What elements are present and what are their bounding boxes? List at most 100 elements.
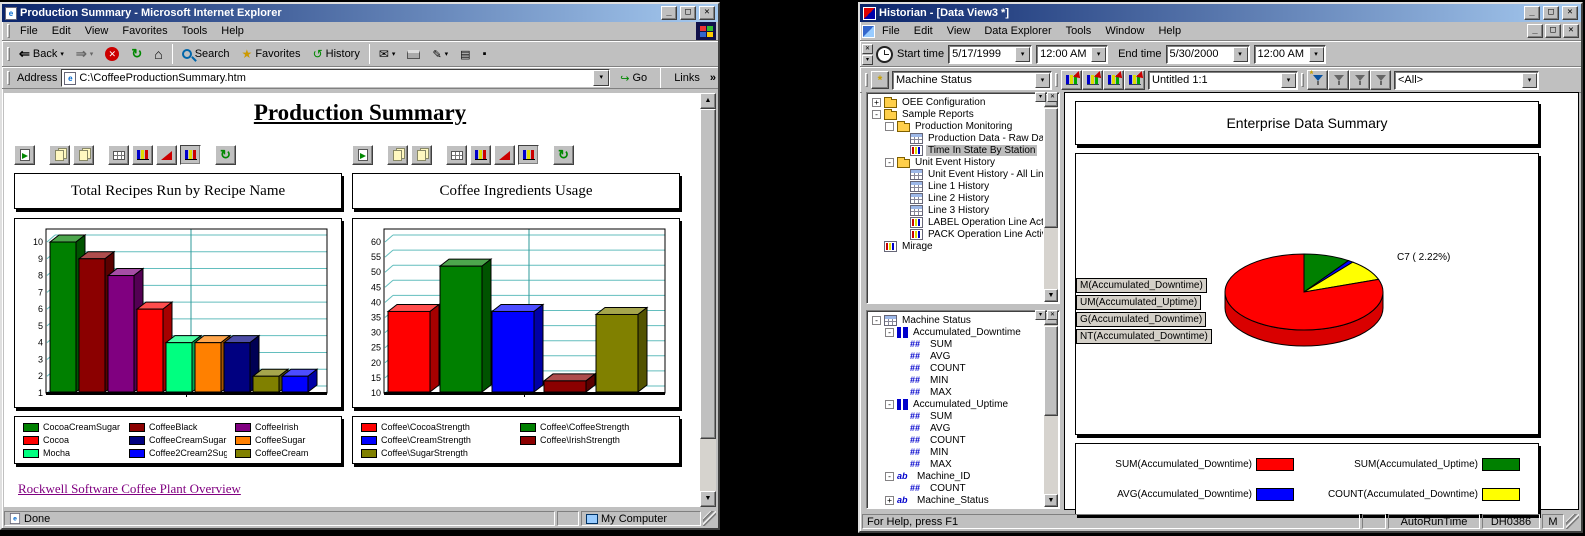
- area-chart-button[interactable]: [156, 145, 177, 165]
- menu-item[interactable]: Data Explorer: [977, 23, 1058, 39]
- tree-expand-toggle[interactable]: -: [872, 316, 881, 325]
- chevron-down-icon[interactable]: ▾: [1035, 73, 1050, 88]
- toolbar-close-button[interactable]: ✕: [862, 44, 873, 54]
- bar-chart-button[interactable]: [132, 145, 153, 165]
- pane-close-button[interactable]: ✕: [1047, 92, 1058, 102]
- tree-item[interactable]: SUM: [870, 338, 1043, 350]
- menu-item[interactable]: Window: [1098, 23, 1151, 39]
- toolbar-grip[interactable]: [865, 73, 868, 87]
- clear-filter-button[interactable]: [1370, 70, 1391, 90]
- address-dropdown-button[interactable]: ▾: [593, 70, 609, 86]
- tree-expand-toggle[interactable]: [885, 122, 894, 131]
- scroll-down-button[interactable]: ▼: [1044, 494, 1058, 507]
- mail-button[interactable]: ✉▾: [373, 43, 402, 65]
- resize-grip[interactable]: [1566, 514, 1579, 529]
- start-clock-combo[interactable]: 12:00 AM▾: [1036, 45, 1108, 64]
- table-view-button[interactable]: [446, 145, 467, 165]
- tree-item[interactable]: AVG: [870, 350, 1043, 362]
- chevron-down-icon[interactable]: ▾: [1233, 47, 1248, 62]
- column-chart-button[interactable]: [518, 145, 539, 165]
- new-query-button[interactable]: *: [871, 71, 889, 89]
- pane-close-button[interactable]: ✕: [1047, 310, 1058, 320]
- messenger-button[interactable]: ▪: [477, 43, 493, 65]
- menu-item[interactable]: File: [13, 23, 45, 39]
- home-button[interactable]: ⌂: [148, 43, 168, 65]
- scroll-up-button[interactable]: ▲: [700, 93, 716, 109]
- menu-item[interactable]: Edit: [907, 23, 940, 39]
- tree-item[interactable]: Line 1 History: [870, 180, 1043, 192]
- chevron-down-icon[interactable]: ▾: [1281, 73, 1296, 88]
- tree-item[interactable]: -Machine Status: [870, 314, 1043, 326]
- tree-item[interactable]: AVG: [870, 422, 1043, 434]
- chevron-down-icon[interactable]: ▾: [1015, 47, 1030, 62]
- tree-item[interactable]: Unit Event History - All Lines: [870, 168, 1043, 180]
- tree-item[interactable]: SUM: [870, 410, 1043, 422]
- pane-pin-button[interactable]: ▾: [1035, 92, 1046, 102]
- edit-data-view-button[interactable]: [1082, 70, 1103, 90]
- chevron-down-icon[interactable]: ▾: [1309, 47, 1324, 62]
- toolbar-expand-button[interactable]: ▾: [862, 55, 873, 65]
- tree-expand-toggle[interactable]: -: [885, 328, 894, 337]
- filter-combo[interactable]: <All>▾: [1394, 71, 1539, 90]
- tree-item[interactable]: -Accumulated_Downtime: [870, 326, 1043, 338]
- tree-item[interactable]: MIN: [870, 446, 1043, 458]
- tree-item[interactable]: -Machine_ID: [870, 470, 1043, 482]
- discuss-button[interactable]: ▤: [454, 43, 476, 65]
- tree-item[interactable]: Mirage: [870, 240, 1043, 252]
- tree-item[interactable]: PACK Operation Line Activity: [870, 228, 1043, 240]
- copy-data-button[interactable]: [387, 145, 408, 165]
- tree-expand-toggle[interactable]: -: [885, 472, 894, 481]
- edit-button[interactable]: ✎▾: [426, 43, 454, 65]
- save-filter-button[interactable]: [1349, 70, 1370, 90]
- tree-item[interactable]: +Machine_Status: [870, 494, 1043, 505]
- tree-item[interactable]: COUNT: [870, 434, 1043, 446]
- close-button[interactable]: ✕: [699, 6, 715, 20]
- end-clock-combo[interactable]: 12:00 AM▾: [1254, 45, 1326, 64]
- pane-pin-button[interactable]: ▾: [1035, 310, 1046, 320]
- tree-expand-toggle[interactable]: -: [885, 158, 894, 167]
- table-combo[interactable]: Machine Status▾: [892, 71, 1052, 90]
- forward-button[interactable]: ⇒▾: [70, 43, 99, 65]
- tree-item[interactable]: Time In State By Station: [870, 144, 1043, 156]
- scroll-down-button[interactable]: ▼: [1044, 289, 1058, 302]
- mdi-close-button[interactable]: ✕: [1563, 24, 1579, 38]
- refresh-button[interactable]: ↻: [125, 43, 148, 65]
- maximize-button[interactable]: □: [680, 6, 696, 20]
- tree-item[interactable]: COUNT: [870, 362, 1043, 374]
- new-filter-button[interactable]: *: [1307, 70, 1328, 90]
- bar-chart-button[interactable]: [470, 145, 491, 165]
- tree-expand-toggle[interactable]: -: [885, 400, 894, 409]
- tree-item[interactable]: Line 2 History: [870, 192, 1043, 204]
- menu-item[interactable]: Help: [214, 23, 251, 39]
- copy-chart-button[interactable]: [411, 145, 432, 165]
- tree-scrollbar[interactable]: ▲ ▼: [1044, 94, 1058, 302]
- mdi-restore-button[interactable]: □: [1545, 24, 1561, 38]
- export-button[interactable]: [352, 145, 373, 165]
- tree-item[interactable]: MIN: [870, 374, 1043, 386]
- tree-item[interactable]: MAX: [870, 458, 1043, 470]
- go-button[interactable]: ↪Go: [614, 69, 653, 87]
- tree-expand-toggle[interactable]: +: [885, 496, 894, 505]
- export-button[interactable]: [14, 145, 35, 165]
- restore-button[interactable]: □: [1543, 6, 1559, 20]
- tree-item[interactable]: COUNT: [870, 482, 1043, 494]
- tree-item[interactable]: -Accumulated_Uptime: [870, 398, 1043, 410]
- scroll-down-button[interactable]: ▼: [700, 491, 716, 507]
- addressbar-grip[interactable]: [7, 71, 10, 85]
- apply-filter-button[interactable]: [1328, 70, 1349, 90]
- delete-data-view-button[interactable]: [1124, 70, 1145, 90]
- coffee-plant-overview-link[interactable]: Rockwell Software Coffee Plant Overview: [18, 481, 241, 497]
- toolbar-grip[interactable]: [1055, 73, 1058, 87]
- page-scrollbar[interactable]: ▲ ▼: [700, 93, 716, 507]
- back-button[interactable]: ⇐Back▾: [13, 43, 70, 65]
- tree-item[interactable]: -Unit Event History: [870, 156, 1043, 168]
- close-button[interactable]: ✕: [1562, 6, 1578, 20]
- menu-item[interactable]: File: [875, 23, 907, 39]
- minimize-button[interactable]: _: [661, 6, 677, 20]
- scroll-thumb[interactable]: [1044, 326, 1058, 416]
- menubar-grip[interactable]: [7, 24, 10, 38]
- toolbar-grip[interactable]: [1301, 73, 1304, 87]
- tree-item[interactable]: +OEE Configuration: [870, 96, 1043, 108]
- tree-item[interactable]: Production Monitoring: [870, 120, 1043, 132]
- menu-item[interactable]: Tools: [175, 23, 215, 39]
